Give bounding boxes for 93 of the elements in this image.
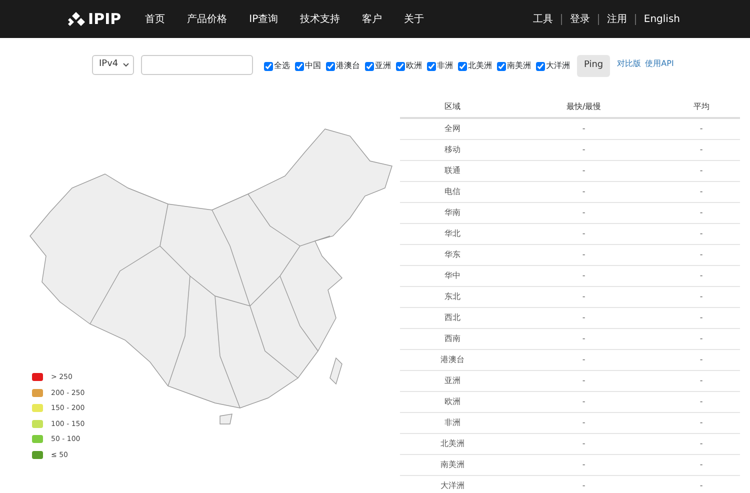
table-cell: - [662, 160, 740, 181]
nav-link[interactable]: IP查询 [249, 12, 278, 26]
table-cell: 西北 [400, 307, 505, 328]
table-cell: 非洲 [400, 412, 505, 433]
table-cell: - [505, 307, 663, 328]
region-label: 大洋洲 [546, 60, 570, 72]
table-cell: 华东 [400, 244, 505, 265]
brand-name[interactable]: IPIP [88, 8, 122, 30]
table-cell: - [662, 139, 740, 160]
table-cell: - [505, 181, 663, 202]
table-cell: - [662, 244, 740, 265]
table-cell: 电信 [400, 181, 505, 202]
column-header: 区域 [400, 96, 505, 118]
region-checkbox[interactable] [264, 62, 273, 70]
table-cell: - [662, 328, 740, 349]
nav-link[interactable]: English [644, 12, 680, 26]
region-checkbox[interactable] [458, 62, 467, 70]
region-checkbox[interactable] [295, 62, 304, 70]
table-cell: 南美洲 [400, 454, 505, 475]
column-header: 平均 [662, 96, 740, 118]
column-header: 最快/最慢 [505, 96, 663, 118]
region-label: 亚洲 [375, 60, 391, 72]
table-cell: - [505, 202, 663, 223]
table-cell: - [505, 454, 663, 475]
table-cell: 西南 [400, 328, 505, 349]
nav-link[interactable]: 工具 [532, 12, 553, 26]
table-cell: - [505, 265, 663, 286]
table-cell: 全网 [400, 118, 505, 139]
table-cell: - [505, 412, 663, 433]
table-cell: - [662, 475, 740, 493]
ping-button[interactable]: Ping [577, 55, 610, 76]
table-cell: - [662, 265, 740, 286]
table-cell: - [505, 286, 663, 307]
table-cell: - [505, 244, 663, 265]
table-cell: 联通 [400, 160, 505, 181]
table-cell: - [505, 433, 663, 454]
region-checkbox[interactable] [326, 62, 335, 70]
table-cell: - [662, 286, 740, 307]
region-label: 南美洲 [507, 60, 531, 72]
nav-link[interactable]: 产品价格 [187, 12, 228, 26]
region-label: 中国 [305, 60, 321, 72]
table-cell: 欧洲 [400, 391, 505, 412]
region-label: 非洲 [437, 60, 453, 72]
nav-link[interactable]: 客户 [362, 12, 382, 26]
region-label: 港澳台 [336, 60, 360, 72]
table-cell: - [662, 349, 740, 370]
table-cell: - [505, 391, 663, 412]
region-label: 欧洲 [406, 60, 422, 72]
table-cell: - [505, 223, 663, 244]
link[interactable]: 对比版 [617, 58, 642, 70]
table-cell: 东北 [400, 286, 505, 307]
ip-input-field[interactable] [141, 55, 253, 75]
table-cell: - [662, 181, 740, 202]
region-label: 全选 [274, 60, 290, 72]
table-cell: 华北 [400, 223, 505, 244]
table-cell: - [505, 370, 663, 391]
region-checkbox[interactable] [497, 62, 506, 70]
region-checkbox[interactable] [427, 62, 436, 70]
table-cell: 移动 [400, 139, 505, 160]
region-checkbox[interactable] [396, 62, 405, 70]
table-cell: 亚洲 [400, 370, 505, 391]
table-cell: - [662, 307, 740, 328]
table-cell: - [505, 118, 663, 139]
table-cell: 大洋洲 [400, 475, 505, 493]
table-cell: - [662, 118, 740, 139]
table-cell: - [505, 475, 663, 493]
table-cell: - [662, 370, 740, 391]
nav-link[interactable]: 登录 [570, 12, 590, 26]
protocol-select[interactable]: IPv4 [92, 55, 134, 75]
nav-link[interactable]: 注用 [606, 12, 627, 26]
table-cell: - [662, 412, 740, 433]
table-cell: 港澳台 [400, 349, 505, 370]
table-cell: 北美洲 [400, 433, 505, 454]
table-cell: - [662, 202, 740, 223]
table-cell: - [662, 391, 740, 412]
nav-link[interactable]: 首页 [145, 12, 166, 26]
region-label: 北美洲 [468, 60, 492, 72]
logo-icon [68, 12, 85, 26]
table-cell: - [505, 349, 663, 370]
link[interactable]: 使用API [645, 58, 674, 70]
table-cell: - [662, 433, 740, 454]
region-checkbox[interactable] [536, 62, 545, 70]
region-checkbox[interactable] [365, 62, 374, 70]
table-cell: - [505, 328, 663, 349]
table-cell: 华南 [400, 202, 505, 223]
table-cell: - [505, 139, 663, 160]
table-cell: - [662, 454, 740, 475]
table-cell: - [505, 160, 663, 181]
table-cell: 华中 [400, 265, 505, 286]
nav-link[interactable]: 技术支持 [300, 12, 340, 26]
caret-icon [123, 63, 129, 67]
table-cell: - [662, 223, 740, 244]
nav-link[interactable]: 关于 [404, 12, 424, 26]
